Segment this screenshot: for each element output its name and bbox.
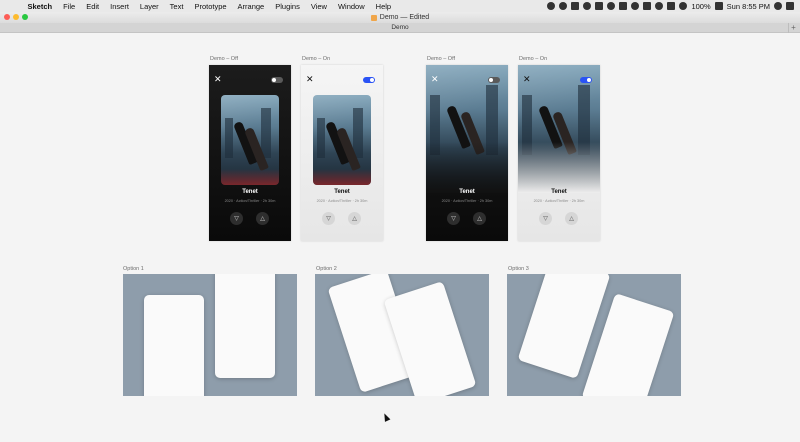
menu-file[interactable]: File [58,2,81,11]
menu-text[interactable]: Text [164,2,189,11]
toggle-switch[interactable] [488,77,500,83]
thumbs-down-icon[interactable]: ▽ [322,212,335,225]
sketch-canvas[interactable]: Demo – Off ✕ Tenet 2020 · Action/Thrille… [0,34,800,442]
movie-meta: 2020 · Action/Thriller · 2h 30m [533,199,585,203]
status-area: 100% Sun 8:55 PM [547,2,800,11]
menu-window[interactable]: Window [332,2,370,11]
menu-plugins[interactable]: Plugins [270,2,306,11]
menu-sketch[interactable]: Sketch [22,2,58,11]
menu-arrange[interactable]: Arrange [232,2,270,11]
close-icon[interactable]: ✕ [214,75,222,84]
thumbs-up-icon[interactable]: △ [348,212,361,225]
volume-icon[interactable] [679,2,688,10]
card-front[interactable] [144,295,204,396]
movie-title: Tenet [459,189,475,195]
artboard-demo-off-small[interactable]: ✕ Tenet 2020 · Action/Thriller · 2h 30m … [209,65,291,241]
menu-view[interactable]: View [305,2,332,11]
extension-icon[interactable] [631,2,640,10]
menu-prototype[interactable]: Prototype [189,2,232,11]
toggle-switch[interactable] [580,77,592,83]
dropbox-icon[interactable] [619,2,628,10]
window-controls [4,14,28,20]
wifi-icon[interactable] [655,2,664,10]
toggle-switch[interactable] [271,77,283,83]
tab-bar: Demo + [0,23,800,33]
thumbs-up-icon[interactable]: △ [473,212,486,225]
movie-meta: 2020 · Action/Thriller · 2h 30m [316,199,368,203]
card-back[interactable] [215,274,275,378]
cloud-icon[interactable] [559,2,568,10]
artboard-label[interactable]: Demo – Off [427,56,455,62]
movie-title: Tenet [334,189,350,195]
battery-icon[interactable] [714,2,723,10]
minimize-window-button[interactable] [13,14,19,20]
close-icon[interactable]: ✕ [306,75,314,84]
thumbs-down-icon[interactable]: ▽ [539,212,552,225]
zoom-window-button[interactable] [22,14,28,20]
menu-bar: Sketch File Edit Insert Layer Text Proto… [0,0,800,12]
new-tab-button[interactable]: + [788,23,798,33]
movie-poster [313,95,371,185]
menu-clock[interactable]: Sun 8:55 PM [727,2,770,11]
airplay-icon[interactable] [667,2,676,10]
artboard-demo-on-full[interactable]: ✕ Tenet 2020 · Action/Thriller · 2h 30m … [518,65,600,241]
menu-layer[interactable]: Layer [134,2,164,11]
option-2-artboard[interactable] [315,274,489,396]
close-window-button[interactable] [4,14,10,20]
movie-poster [426,65,508,193]
window-title: Demo — Edited [379,14,430,21]
artboard-label[interactable]: Demo – Off [210,56,238,62]
artboard-label[interactable]: Demo – On [302,56,330,62]
battery-percent[interactable]: 100% [691,2,710,11]
window-title-bar: Demo — Edited [0,12,800,23]
option-label[interactable]: Option 3 [508,266,529,272]
close-icon[interactable]: ✕ [431,75,439,84]
thumbs-down-icon[interactable]: ▽ [230,212,243,225]
movie-title: Tenet [242,189,258,195]
artboard-demo-off-full[interactable]: ✕ Tenet 2020 · Action/Thriller · 2h 30m … [426,65,508,241]
thumbs-up-icon[interactable]: △ [565,212,578,225]
document-icon [370,14,377,21]
movie-poster [518,65,600,193]
close-icon[interactable]: ✕ [523,75,531,84]
shield-icon[interactable] [643,2,652,10]
thumbs-down-icon[interactable]: ▽ [447,212,460,225]
tab-demo[interactable]: Demo [391,24,408,31]
movie-meta: 2020 · Action/Thriller · 2h 30m [224,199,276,203]
chat-icon[interactable] [607,2,616,10]
menu-insert[interactable]: Insert [105,2,135,11]
toggle-switch[interactable] [363,77,375,83]
artboard-label[interactable]: Demo – On [519,56,547,62]
control-center-icon[interactable] [786,2,794,10]
movie-title: Tenet [551,189,567,195]
option-1-artboard[interactable] [123,274,297,396]
flag-icon[interactable] [595,2,604,10]
option-label[interactable]: Option 2 [316,266,337,272]
thumbs-up-icon[interactable]: △ [256,212,269,225]
search-icon[interactable] [774,2,782,10]
status-app-icon[interactable] [547,2,556,10]
option-3-artboard[interactable] [507,274,681,396]
clock-status-icon[interactable] [583,2,592,10]
menu-help[interactable]: Help [370,2,396,11]
movie-poster [221,95,279,185]
artboard-demo-on-small[interactable]: ✕ Tenet 2020 · Action/Thriller · 2h 30m … [301,65,383,241]
display-icon[interactable] [571,2,580,10]
option-label[interactable]: Option 1 [123,266,144,272]
menu-edit[interactable]: Edit [81,2,105,11]
movie-meta: 2020 · Action/Thriller · 2h 30m [441,199,493,203]
